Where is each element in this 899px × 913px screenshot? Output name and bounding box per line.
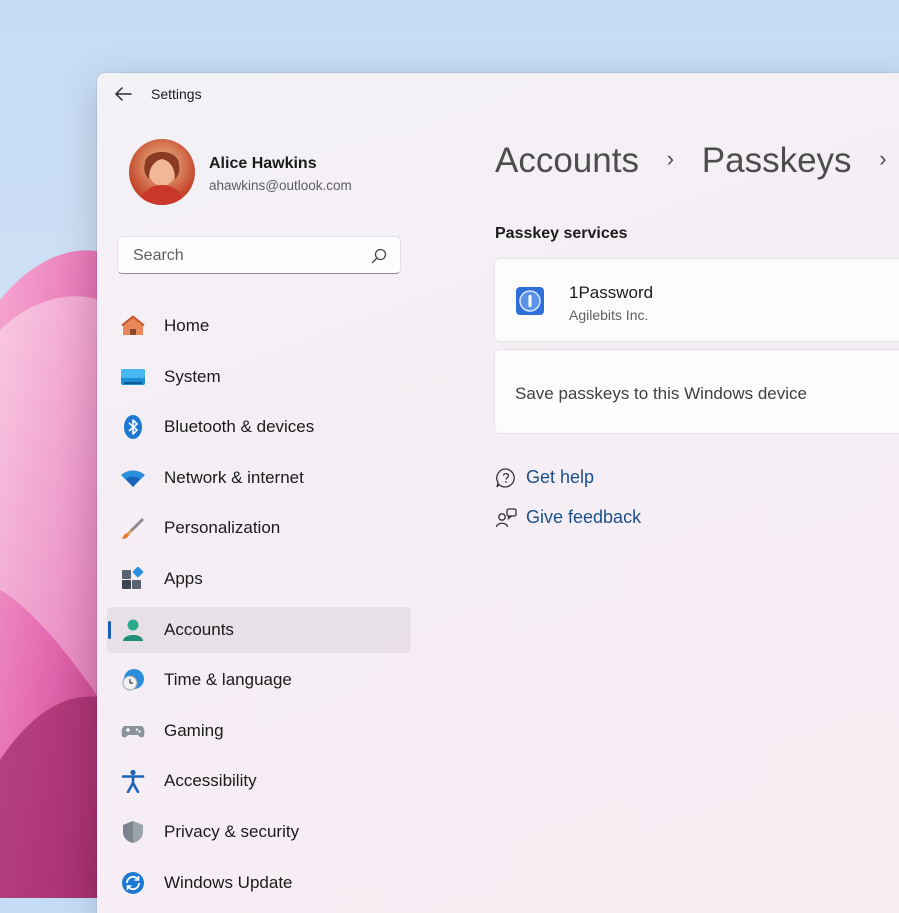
section-title: Passkey services	[495, 225, 628, 242]
title-bar: Settings	[97, 73, 899, 115]
breadcrumb: Accounts › Passkeys › A	[495, 139, 899, 181]
get-help-label: Get help	[526, 467, 595, 487]
active-indicator	[108, 620, 111, 639]
save-passkeys-label: Save passkeys to this Windows device	[515, 384, 807, 403]
sidebar-item-label: Personalization	[164, 518, 281, 538]
sidebar-item-personalization[interactable]: Personalization	[107, 505, 411, 551]
sidebar-item-label: Home	[164, 316, 210, 335]
sidebar-item-label: Time & language	[164, 670, 292, 690]
user-email: ahawkins@outlook.com	[209, 178, 352, 193]
sidebar-item-network[interactable]: Network & internet	[107, 455, 411, 501]
bluetooth-icon	[124, 415, 142, 440]
provider-publisher: Agilebits Inc.	[569, 307, 649, 323]
sidebar-item-label: Gaming	[164, 720, 224, 740]
chevron-right-icon: ›	[666, 145, 675, 171]
passkey-provider-card[interactable]: 1Password Agilebits Inc.	[494, 258, 899, 342]
chevron-right-icon: ›	[879, 145, 887, 171]
sidebar-item-windows-update[interactable]: Windows Update	[107, 860, 411, 906]
avatar[interactable]	[129, 139, 195, 205]
feedback-icon	[495, 508, 517, 528]
home-icon	[121, 315, 145, 335]
sidebar-nav: Home System Bluetooth & devices Network …	[107, 303, 411, 910]
accounts-icon	[123, 619, 143, 641]
give-feedback-label: Give feedback	[526, 507, 642, 527]
app-title: Settings	[151, 86, 202, 102]
back-arrow-icon	[115, 87, 132, 101]
breadcrumb-item-accounts[interactable]: Accounts	[495, 141, 639, 181]
settings-window: Settings Alice Hawkins ahawkins@outlook.…	[97, 73, 899, 913]
search-placeholder: Search	[133, 247, 184, 264]
sidebar-item-privacy[interactable]: Privacy & security	[107, 809, 411, 855]
search-icon[interactable]	[370, 247, 388, 265]
sidebar-item-time-language[interactable]: Time & language	[107, 657, 411, 703]
brush-icon	[122, 518, 144, 540]
sidebar-item-label: Privacy & security	[164, 821, 300, 841]
sidebar-item-label: Apps	[164, 568, 203, 588]
sidebar-item-gaming[interactable]: Gaming	[107, 708, 411, 754]
help-icon	[496, 468, 515, 488]
1password-icon	[516, 287, 544, 315]
accessibility-icon	[121, 770, 145, 794]
sidebar-item-apps[interactable]: Apps	[107, 556, 411, 602]
sidebar-item-bluetooth[interactable]: Bluetooth & devices	[107, 404, 411, 450]
breadcrumb-item-passkeys[interactable]: Passkeys	[702, 141, 852, 181]
sidebar-item-label: Bluetooth & devices	[164, 417, 315, 437]
sidebar-item-accounts[interactable]: Accounts	[107, 606, 411, 653]
gamepad-icon	[121, 725, 145, 738]
sidebar-item-home[interactable]: Home	[107, 303, 411, 349]
save-passkeys-card[interactable]: Save passkeys to this Windows device	[494, 349, 899, 434]
time-language-icon	[122, 669, 144, 691]
provider-name: 1Password	[569, 283, 654, 302]
back-button[interactable]	[111, 83, 135, 105]
sidebar-item-system[interactable]: System	[107, 354, 411, 400]
sidebar-item-label: Accessibility	[164, 771, 257, 791]
sidebar-item-label: System	[164, 366, 221, 386]
wifi-icon	[121, 470, 145, 487]
apps-icon	[122, 566, 144, 589]
system-icon	[121, 368, 145, 385]
update-icon	[122, 871, 144, 894]
shield-icon	[123, 820, 143, 843]
sidebar-item-label: Network & internet	[164, 467, 304, 487]
user-name: Alice Hawkins	[209, 155, 317, 172]
sidebar-item-label: Accounts	[164, 619, 234, 639]
search-input[interactable]: Search	[117, 236, 401, 274]
sidebar-item-accessibility[interactable]: Accessibility	[107, 758, 411, 804]
sidebar-item-label: Windows Update	[164, 872, 293, 892]
